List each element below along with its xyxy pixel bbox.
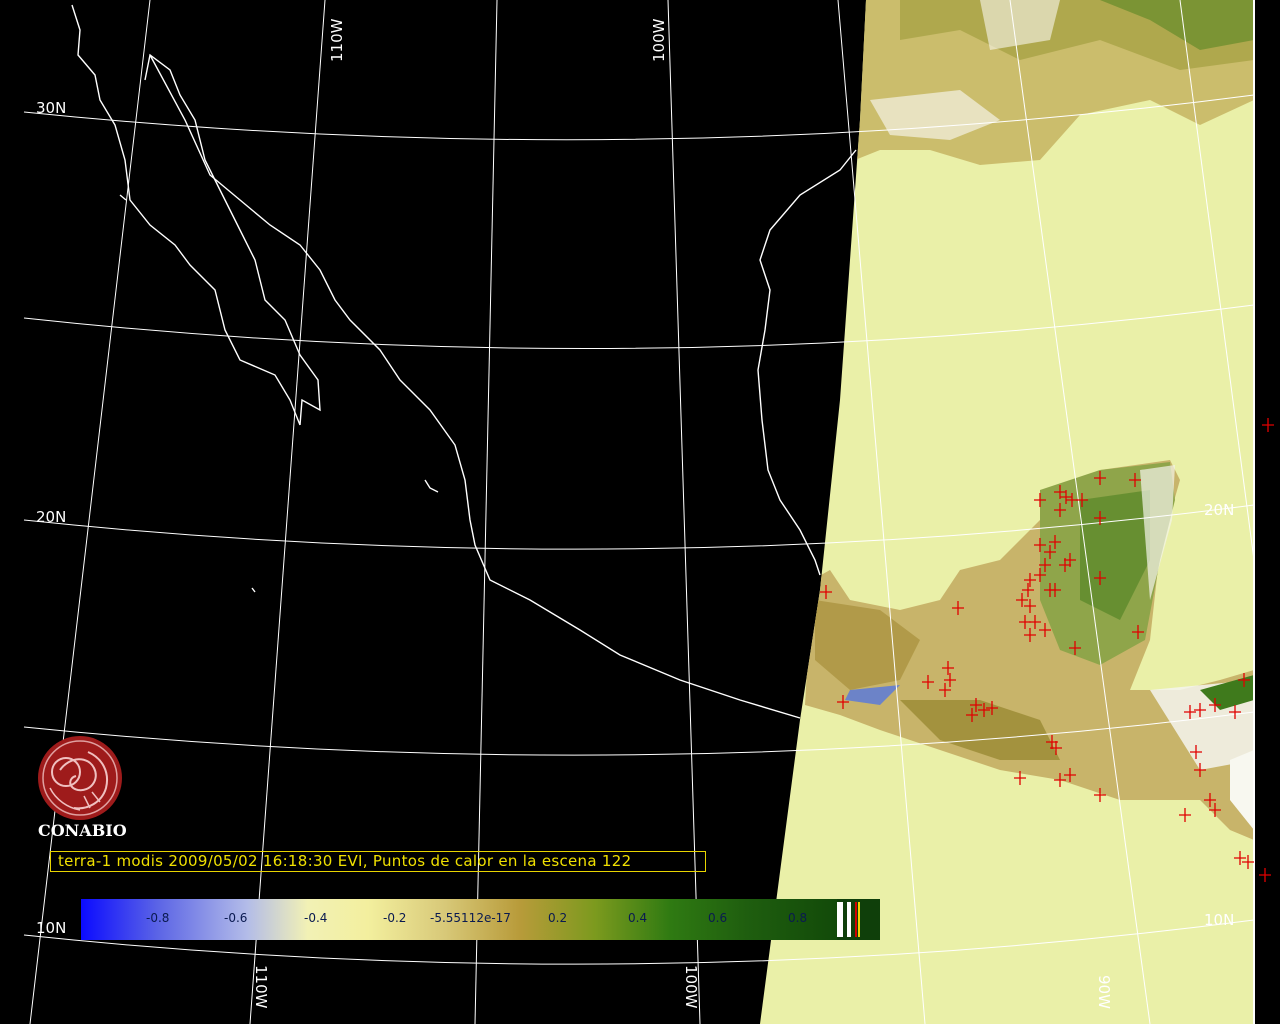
lon-label-100w-top: 100W bbox=[650, 18, 668, 62]
colorbar-tick-label: -0.2 bbox=[383, 911, 407, 925]
colorbar-white-stripe bbox=[837, 902, 843, 937]
lon-label-110w-bottom: 110W bbox=[252, 965, 270, 1009]
colorbar-yellow-stripe bbox=[858, 902, 860, 937]
colorbar-tick-label: -5.55112e-17 bbox=[430, 911, 511, 925]
evi-colorbar: -0.8 -0.6 -0.4 -0.2 -5.55112e-17 0.2 0.4 0.6 0.8 bbox=[81, 899, 880, 940]
lat-label-20n-right: 20N bbox=[1204, 501, 1234, 519]
colorbar-tick-label: 0.4 bbox=[628, 911, 648, 925]
lon-label-110w-top: 110W bbox=[328, 18, 346, 62]
conabio-logo-text: CONABIO bbox=[38, 821, 127, 840]
lat-label-10n-right: 10N bbox=[1204, 911, 1234, 929]
lon-label-100w-bottom: 100W bbox=[682, 965, 700, 1009]
colorbar-tick-label: -0.8 bbox=[146, 911, 170, 925]
colorbar-tick-label: -0.4 bbox=[304, 911, 328, 925]
lat-label-30n: 30N bbox=[36, 99, 66, 117]
conabio-emblem-icon bbox=[38, 736, 122, 820]
colorbar-white-stripe-2 bbox=[847, 902, 851, 937]
scene-title: terra-1 modis 2009/05/02 16:18:30 EVI, P… bbox=[58, 852, 632, 870]
colorbar-tick-label: 0.2 bbox=[548, 911, 568, 925]
colorbar-red-stripe bbox=[855, 902, 857, 937]
colorbar-tick-label: 0.6 bbox=[708, 911, 728, 925]
colorbar-end-block bbox=[837, 899, 880, 940]
lat-label-10n-left: 10N bbox=[36, 919, 66, 937]
lon-label-90w-bottom: 90W bbox=[1095, 975, 1113, 1009]
colorbar-tick-label: 0.8 bbox=[788, 911, 808, 925]
lat-label-20n-left: 20N bbox=[36, 508, 66, 526]
colorbar-tick-label: -0.6 bbox=[224, 911, 248, 925]
